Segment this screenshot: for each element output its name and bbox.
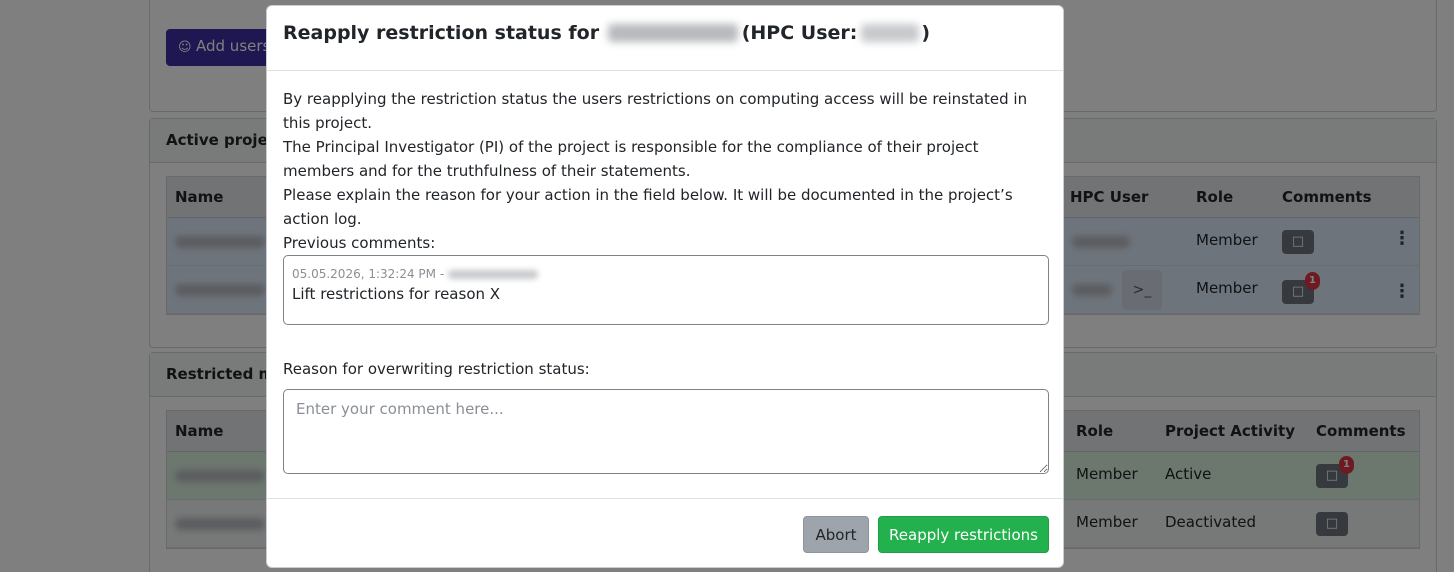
info-paragraph-reapply: By reapplying the restriction status the… <box>283 90 1028 132</box>
modal-title-hpc-close: ) <box>921 22 931 44</box>
info-paragraph-reason: Please explain the reason for your actio… <box>283 186 1013 228</box>
comment-text: Lift restrictions for reason X <box>292 285 501 303</box>
comment-meta: 05.05.2026, 1:32:24 PM - <box>292 264 1040 284</box>
modal-title-hpc-open: (HPC User: <box>741 22 858 44</box>
modal-title-prefix: Reapply restriction status for <box>283 22 600 44</box>
reason-textarea[interactable] <box>283 389 1049 474</box>
reapply-restriction-modal: Reapply restriction status for (HPC User… <box>266 5 1064 568</box>
blurred-comment-author <box>448 270 539 279</box>
abort-button[interactable]: Abort <box>803 516 869 553</box>
previous-comments-box: 05.05.2026, 1:32:24 PM - Lift restrictio… <box>283 255 1049 325</box>
previous-comments-label: Previous comments: <box>283 234 436 252</box>
blurred-user-name <box>607 24 738 42</box>
comment-timestamp: 05.05.2026, 1:32:24 PM - <box>292 267 445 281</box>
modal-body: By reapplying the restriction status the… <box>283 87 1049 255</box>
reason-label: Reason for overwriting restriction statu… <box>283 360 590 378</box>
modal-title: Reapply restriction status for (HPC User… <box>267 6 1063 71</box>
modal-footer: Abort Reapply restrictions <box>267 498 1063 568</box>
info-paragraph-pi: The Principal Investigator (PI) of the p… <box>283 138 979 180</box>
reapply-restrictions-button[interactable]: Reapply restrictions <box>878 516 1049 553</box>
blurred-hpc-user <box>861 24 920 42</box>
